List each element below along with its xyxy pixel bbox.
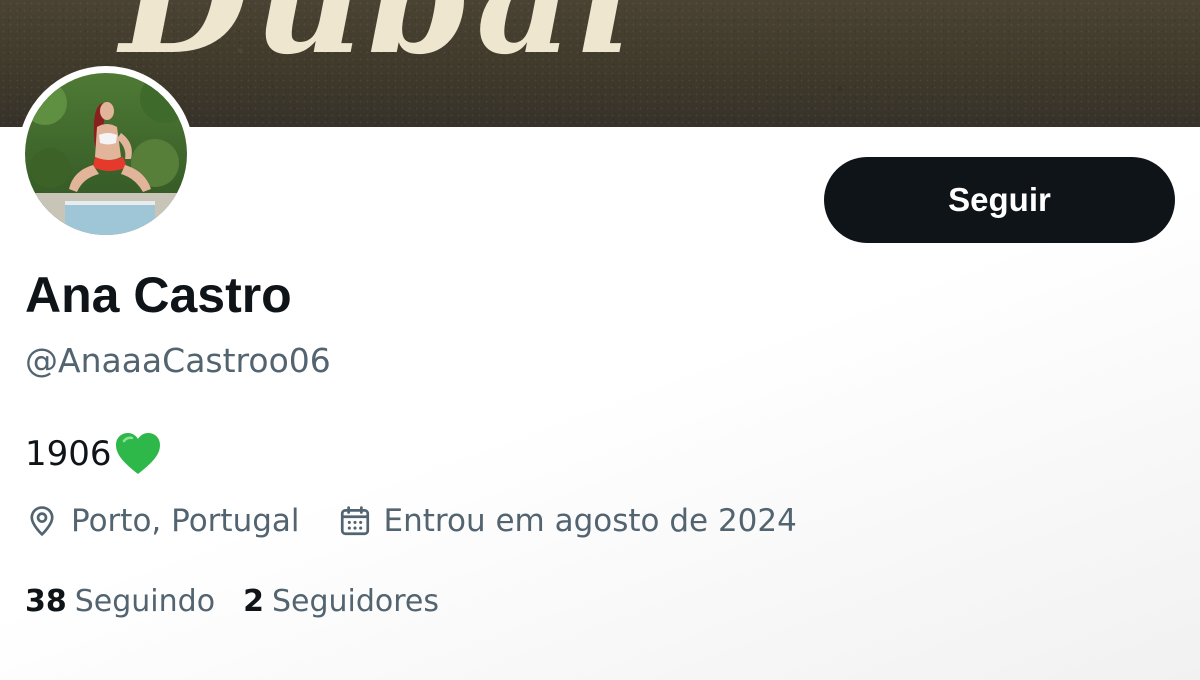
green-heart-icon: [114, 432, 162, 476]
profile-bio: 1906: [25, 432, 162, 476]
following-link[interactable]: 38 Seguindo: [25, 584, 215, 619]
profile-joined: Entrou em agosto de 2024: [338, 503, 797, 539]
location-text: Porto, Portugal: [71, 503, 300, 539]
profile-page: Dubai Seguir Ana Castro @AnaaaCastroo06 …: [0, 0, 1200, 680]
profile-handle: @AnaaaCastroo06: [25, 341, 331, 380]
joined-text: Entrou em agosto de 2024: [383, 503, 797, 539]
calendar-icon: [340, 506, 369, 536]
following-label: Seguindo: [74, 584, 216, 619]
profile-stats: 38 Seguindo 2 Seguidores: [25, 584, 439, 619]
bio-text: 1906: [25, 434, 112, 474]
following-count: 38: [25, 584, 67, 619]
banner-text: Dubai: [120, 0, 639, 88]
profile-name: Ana Castro: [25, 267, 292, 323]
followers-label: Seguidores: [271, 584, 439, 619]
followers-link[interactable]: 2 Seguidores: [243, 584, 439, 619]
follow-button[interactable]: Seguir: [824, 157, 1175, 243]
avatar-photo: [25, 73, 187, 235]
avatar[interactable]: [18, 66, 194, 242]
location-pin-icon: [30, 506, 54, 536]
profile-location: Porto, Portugal: [25, 503, 300, 539]
followers-count: 2: [243, 584, 264, 619]
profile-meta: Porto, Portugal Entrou em agosto de 2024: [25, 503, 797, 539]
